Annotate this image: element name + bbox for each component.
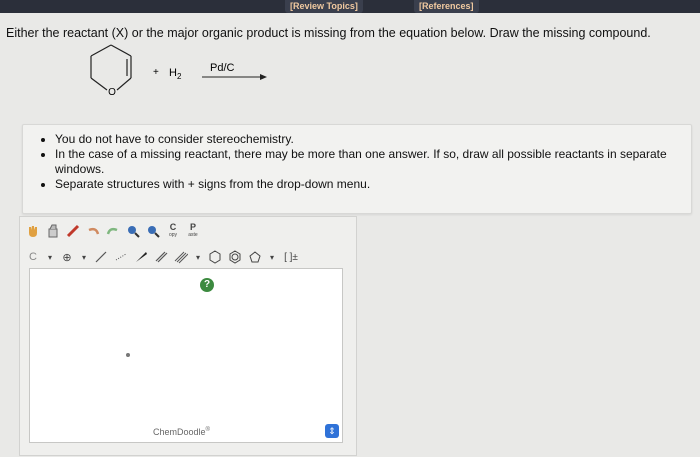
benzene-icon[interactable] [226,248,244,266]
chevron-down-icon[interactable]: ▾ [192,248,204,266]
double-bond-icon[interactable] [152,248,170,266]
zoom-in-icon[interactable] [124,222,142,240]
toolbar-row-1: C opy P aste [24,220,202,242]
triple-bond-icon[interactable] [172,248,190,266]
instruction-item: You do not have to consider stereochemis… [55,132,691,147]
wedge-bond-icon[interactable] [132,248,150,266]
copy-button[interactable]: C opy [164,222,182,240]
drawing-canvas[interactable]: ? ChemDoodle® [29,268,343,443]
redo-icon[interactable] [104,222,122,240]
references-link[interactable]: [References] [414,0,479,13]
reaction-arrow-head [260,74,267,80]
copy-label: opy [168,232,178,238]
single-bond-icon[interactable] [92,248,110,266]
help-button[interactable]: ? [200,278,214,292]
instructions-list: You do not have to consider stereochemis… [23,132,691,192]
hydrogen-formula: H2 [169,67,182,81]
cyclohexane-icon[interactable] [206,248,224,266]
ring-oxygen-label: O [108,87,116,98]
charge-plus-icon[interactable]: ⊕ [58,248,76,266]
review-topics-link[interactable]: [Review Topics] [285,0,363,13]
chemdoodle-brand: ChemDoodle® [153,427,210,437]
carbon-atom-button[interactable]: C [24,248,42,266]
instruction-item: In the case of a missing reactant, there… [55,147,691,177]
bracket-button[interactable]: [ ]± [280,248,302,266]
chevron-down-icon[interactable]: ▾ [78,248,90,266]
paste-letter: P [189,222,196,232]
chemdoodle-editor: C opy P aste C ▾ ⊕ ▾ ▾ ▾ []± ? ChemDood… [19,216,357,456]
toolbar-row-2: C ▾ ⊕ ▾ ▾ ▾ [ ]± [24,246,302,268]
paste-label: aste [188,232,198,238]
copy-letter: C [169,222,177,232]
paste-button[interactable]: P aste [184,222,202,240]
chevron-down-icon[interactable]: ▾ [44,248,56,266]
chevron-down-icon[interactable]: ▾ [266,248,278,266]
dihydropyran-structure [90,44,132,91]
catalyst-label: Pd/C [210,62,235,74]
canvas-marker [126,353,130,357]
instructions-box: You do not have to consider stereochemis… [22,124,692,214]
undo-icon[interactable] [84,222,102,240]
hashed-bond-icon[interactable] [112,248,130,266]
plus-sign: + [153,67,159,78]
cyclopentane-icon[interactable] [246,248,264,266]
hand-icon[interactable] [24,222,42,240]
zoom-out-icon[interactable] [144,222,162,240]
pencil-icon[interactable] [64,222,82,240]
instruction-item: Separate structures with + signs from th… [55,177,691,192]
scroll-arrows-icon[interactable]: ⇕ [325,424,339,438]
erase-icon[interactable] [44,222,62,240]
reaction-equation: O + H2 Pd/C [90,44,267,98]
